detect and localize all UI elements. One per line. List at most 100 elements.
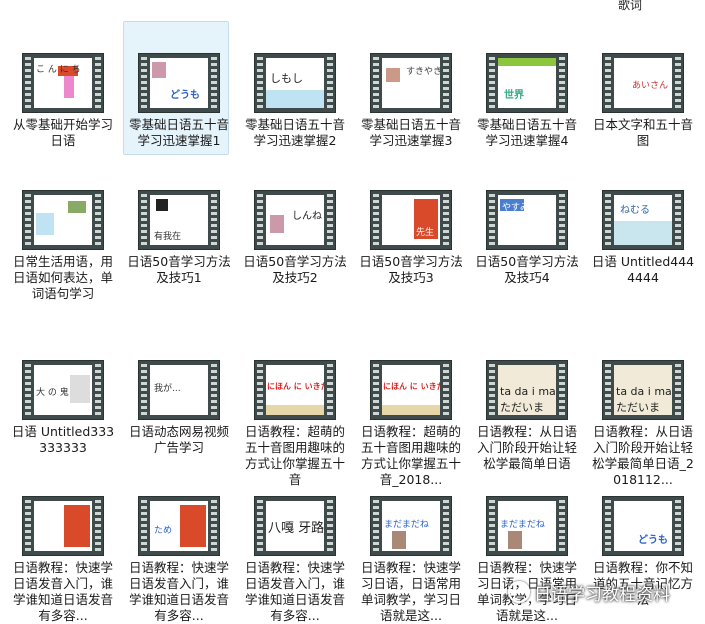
video-thumbnail[interactable]: にほん に いきたい xyxy=(254,360,336,420)
video-thumbnail[interactable]: しもし xyxy=(254,53,336,113)
thumb-text: あいさん xyxy=(632,81,669,91)
thumbnail-frame: しんね xyxy=(266,195,324,245)
video-file-tile[interactable]: ta da i ma ただいま 日语教程：从日语入门阶段开始让轻松学最简单日语_20… xyxy=(585,360,701,488)
video-file-tile[interactable]: 有我在 日语50音学习方法及技巧1 xyxy=(121,190,237,286)
file-name-label: 零基础日语五十音学习迅速掌握1 xyxy=(128,117,229,148)
thumbnail-frame: 我が... xyxy=(150,365,208,415)
video-thumbnail[interactable]: ta da i ma ただいま xyxy=(486,360,568,420)
video-thumbnail[interactable]: 有我在 xyxy=(138,190,220,250)
thumbnail-frame: どうも xyxy=(150,58,208,108)
file-name-label: 日语动态网易视频广告学习 xyxy=(128,424,229,455)
video-file-tile[interactable]: 日常生活用语，用日语如何表达，单词语句学习 xyxy=(5,190,121,302)
video-thumbnail[interactable] xyxy=(22,190,104,250)
video-file-tile[interactable]: こ ん に ち从零基础开始学习日语 xyxy=(5,53,121,149)
thumb-text: 世界 xyxy=(504,90,524,101)
video-thumbnail[interactable]: ため xyxy=(138,496,220,556)
thumbnail-frame: あいさん xyxy=(614,58,672,108)
thumb-text: ta da i ma xyxy=(500,385,556,398)
video-thumbnail[interactable]: まだまだね xyxy=(486,496,568,556)
video-thumbnail[interactable]: こ ん に ち xyxy=(22,53,104,113)
thumbnail-frame: にほん に いきたい xyxy=(382,365,440,415)
video-file-tile[interactable]: どうも零基础日语五十音学习迅速掌握1 xyxy=(121,21,237,155)
thumbnail-frame: ta da i ma ただいま xyxy=(614,365,672,415)
thumb-text: 有我在 xyxy=(154,232,182,242)
video-thumbnail[interactable]: 世界 xyxy=(486,53,568,113)
video-thumbnail[interactable]: しんね xyxy=(254,190,336,250)
thumb-text: ねむる xyxy=(620,205,650,216)
video-thumbnail[interactable]: 先生 xyxy=(370,190,452,250)
video-file-tile[interactable]: まだまだね日语教程：快速学习日语，日语常用单词教学，学习日语就是这... xyxy=(353,496,469,624)
thumb-text: どうも xyxy=(170,90,200,101)
file-name-label: 零基础日语五十音学习迅速掌握3 xyxy=(360,117,461,148)
file-name-label: 日语教程：快速学日语发音入门，谁学谁知道日语发音有多容... xyxy=(128,560,229,623)
video-file-tile[interactable]: あいさん日本文字和五十音图 xyxy=(585,53,701,149)
file-name-label: 日语教程：快速学习日语，日语常用单词教学，学习日语就是这... xyxy=(360,560,461,623)
video-thumbnail[interactable]: ta da i ma ただいま xyxy=(602,360,684,420)
video-thumbnail[interactable]: まだまだね xyxy=(370,496,452,556)
video-file-tile[interactable]: しんね 日语50音学习方法及技巧2 xyxy=(237,190,353,286)
video-thumbnail[interactable]: どうも xyxy=(602,496,684,556)
video-file-tile[interactable]: にほん に いきたい日语教程：超萌的五十音图用趣味的方式让你掌握五十音_2018… xyxy=(353,360,469,488)
video-file-tile[interactable]: ねむる日语 Untitled4444444 xyxy=(585,190,701,286)
video-thumbnail[interactable] xyxy=(22,496,104,556)
watermark: 日语学习教程资料 xyxy=(508,580,670,605)
file-name-label: 零基础日语五十音学习迅速掌握2 xyxy=(244,117,345,148)
thumb-text: まだまだね xyxy=(384,520,429,530)
thumbnail-frame: にほん に いきたい xyxy=(266,365,324,415)
thumb-text: やすみ xyxy=(502,203,530,213)
video-file-tile[interactable]: にほん に いきたい日语教程：超萌的五十音图用趣味的方式让你掌握五十音 xyxy=(237,360,353,488)
video-thumbnail[interactable]: ねむる xyxy=(602,190,684,250)
video-file-tile[interactable]: すきやき零基础日语五十音学习迅速掌握3 xyxy=(353,53,469,149)
thumb-text: 我が... xyxy=(154,384,181,394)
file-name-label: 日语教程：快速学日语发音入门，谁学谁知道日语发音有多容... xyxy=(12,560,113,623)
thumb-text: ため xyxy=(154,526,173,536)
video-file-tile[interactable]: 世界零基础日语五十音学习迅速掌握4 xyxy=(469,53,585,149)
video-thumbnail[interactable]: 我が... xyxy=(138,360,220,420)
watermark-text: 日语学习教程资料 xyxy=(534,585,670,605)
video-thumbnail[interactable]: やすみ xyxy=(486,190,568,250)
video-file-tile[interactable]: 先生 日语50音学习方法及技巧3 xyxy=(353,190,469,286)
thumb-text: どうも xyxy=(638,535,668,546)
video-thumbnail[interactable]: 八嘎 牙路 xyxy=(254,496,336,556)
thumbnail-frame xyxy=(34,195,92,245)
thumbnail-frame: 有我在 xyxy=(150,195,208,245)
thumbnail-frame: ため xyxy=(150,501,208,551)
video-file-tile[interactable]: やすみ日语50音学习方法及技巧4 xyxy=(469,190,585,286)
video-file-tile[interactable]: 日语教程：快速学日语发音入门，谁学谁知道日语发音有多容... xyxy=(5,496,121,624)
file-name-label: 日语 Untitled4444444 xyxy=(591,254,695,285)
file-name-label: 日语50音学习方法及技巧4 xyxy=(475,254,579,285)
video-thumbnail[interactable]: どうも xyxy=(138,53,220,113)
thumbnail-frame: どうも xyxy=(614,501,672,551)
file-name-label: 日常生活用语，用日语如何表达，单词语句学习 xyxy=(12,254,113,301)
wechat-icon xyxy=(508,581,530,603)
thumb-text: 八嘎 牙路 xyxy=(268,521,324,536)
video-file-grid: こ ん に ち从零基础开始学习日语 どうも 零基础日语五十音学习迅速掌握1 しもし 零基… xyxy=(0,0,705,623)
thumbnail-frame: こ ん に ち xyxy=(34,58,92,108)
video-thumbnail[interactable]: 大 の 鬼 xyxy=(22,360,104,420)
thumb-text: にほん に いきたい xyxy=(383,382,440,391)
video-file-tile[interactable]: しもし零基础日语五十音学习迅速掌握2 xyxy=(237,53,353,149)
thumb-text: しんね xyxy=(292,211,322,222)
thumb-text: 先生 xyxy=(416,228,435,238)
thumbnail-frame: ねむる xyxy=(614,195,672,245)
thumbnail-frame: 大 の 鬼 xyxy=(34,365,92,415)
file-name-label: 日语教程：超萌的五十音图用趣味的方式让你掌握五十音 xyxy=(244,424,345,487)
video-file-tile[interactable]: ため日语教程：快速学日语发音入门，谁学谁知道日语发音有多容... xyxy=(121,496,237,624)
file-name-label: 日语教程：从日语入门阶段开始让轻松学最简单日语 xyxy=(476,424,577,471)
video-thumbnail[interactable]: すきやき xyxy=(370,53,452,113)
thumbnail-frame: まだまだね xyxy=(382,501,440,551)
video-thumbnail[interactable]: にほん に いきたい xyxy=(370,360,452,420)
video-file-tile[interactable]: 八嘎 牙路 日语教程：快速学日语发音入门，谁学谁知道日语发音有多容... xyxy=(237,496,353,624)
file-name-label: 零基础日语五十音学习迅速掌握4 xyxy=(476,117,577,148)
video-file-tile[interactable]: ta da i ma ただいま 日语教程：从日语入门阶段开始让轻松学最简单日语 xyxy=(469,360,585,472)
file-name-label: 日本文字和五十音图 xyxy=(592,117,693,148)
video-file-tile[interactable]: 大 の 鬼日语 Untitled333333333 xyxy=(5,360,121,456)
thumb-text: まだまだね xyxy=(500,520,545,530)
video-thumbnail[interactable]: あいさん xyxy=(602,53,684,113)
thumbnail-frame xyxy=(34,501,92,551)
video-file-tile[interactable]: 我が... 日语动态网易视频广告学习 xyxy=(121,360,237,456)
thumbnail-frame: しもし xyxy=(266,58,324,108)
thumb-text: しもし xyxy=(270,72,303,85)
file-name-label: 从零基础开始学习日语 xyxy=(12,117,113,148)
thumbnail-frame: 先生 xyxy=(382,195,440,245)
